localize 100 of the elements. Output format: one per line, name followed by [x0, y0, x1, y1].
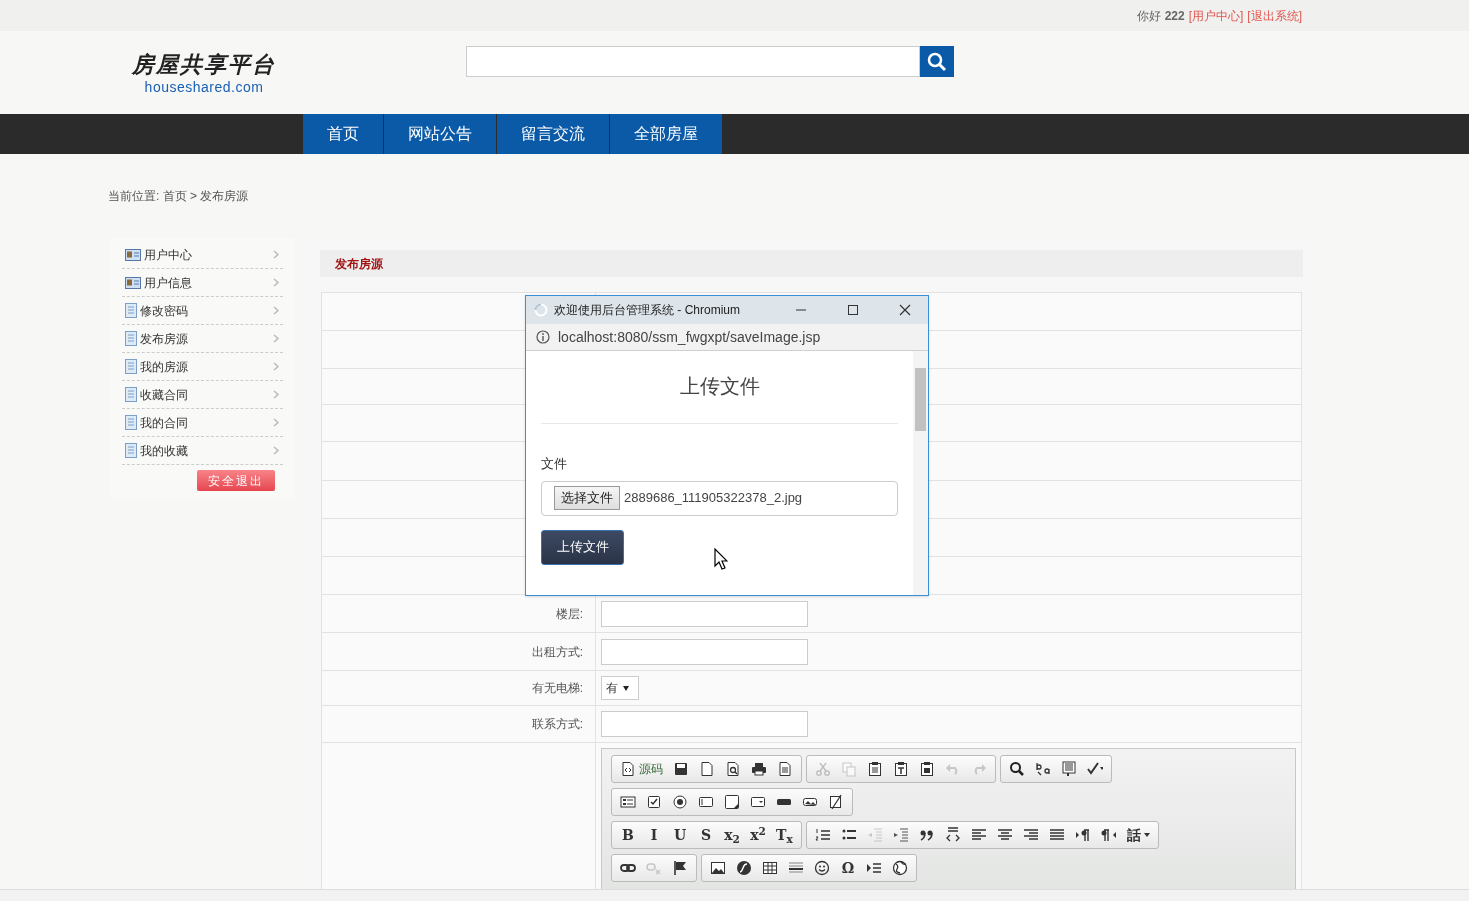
align-right-icon — [1022, 827, 1039, 843]
scissors-icon — [815, 761, 831, 777]
save-icon — [673, 761, 689, 777]
indent-icon — [892, 827, 909, 843]
chevron-icon — [273, 418, 280, 427]
select-field[interactable]: 有 — [601, 676, 639, 700]
id-card-icon — [125, 276, 141, 289]
outdent-icon — [866, 827, 883, 843]
field-label: 联系方式: — [531, 716, 583, 733]
search-field[interactable] — [466, 46, 920, 77]
chevron-icon — [273, 390, 280, 399]
nav-link[interactable]: 全部房屋 — [610, 114, 723, 154]
textarea-icon — [724, 794, 740, 810]
search-icon — [1009, 761, 1025, 777]
window-title: 欢迎使用后台管理系统 - Chromium — [554, 302, 741, 319]
text-field[interactable] — [601, 600, 808, 627]
checkbox-icon — [646, 794, 662, 810]
field-label: 出租方式: — [531, 643, 583, 661]
page-icon — [699, 761, 715, 777]
printer-icon — [751, 761, 767, 777]
toolbar-button[interactable]: T$_{x}$ — [771, 824, 798, 846]
sidebar-item[interactable]: 发布房源 — [122, 325, 283, 353]
page-break-icon — [866, 860, 882, 876]
sidebar-item[interactable]: 我的合同 — [122, 409, 283, 437]
sidebar-item[interactable]: 收藏合同 — [122, 381, 283, 409]
sidebar-item[interactable]: 修改密码 — [122, 297, 283, 325]
upload-heading: 上传文件 — [678, 374, 761, 399]
radio-icon — [672, 794, 688, 810]
toolbar-button[interactable]: Ω — [835, 857, 861, 879]
document-icon — [125, 359, 137, 374]
file-name: 2889686_111905322378_2.jpg — [624, 489, 803, 508]
upload-button[interactable]: 上传文件 — [541, 529, 624, 565]
text-field[interactable] — [601, 711, 808, 737]
greeting-text: 你好 222 — [1137, 7, 1185, 25]
table-icon — [762, 860, 778, 876]
clipboard-icon — [867, 761, 883, 777]
sidebar-item[interactable]: 我的房源 — [122, 353, 283, 381]
cursor-icon — [714, 548, 728, 570]
scrollbar[interactable] — [913, 351, 928, 595]
caret-icon — [1143, 833, 1150, 837]
numbered-list-icon — [814, 827, 831, 843]
paragraph-icon — [1100, 827, 1117, 843]
search-button[interactable] — [920, 46, 954, 77]
dropdown-icon — [750, 794, 766, 810]
maximize-icon — [847, 304, 859, 316]
chevron-icon — [273, 446, 280, 455]
chevron-icon — [273, 278, 280, 287]
document-icon — [125, 303, 137, 318]
clipboard-icon — [893, 761, 909, 777]
flag-icon — [672, 860, 688, 876]
document-icon — [125, 443, 137, 458]
field-label: 有无电梯: — [531, 680, 583, 697]
unlink-icon — [646, 860, 662, 876]
logo-domain: houseshared.com — [144, 79, 264, 95]
text-field[interactable] — [601, 638, 808, 665]
close-icon — [899, 304, 911, 316]
panel-title: 发布房源 — [335, 255, 383, 273]
toolbar-button[interactable]: 源码 — [615, 758, 668, 780]
sidebar-item[interactable]: 用户中心 — [122, 241, 283, 269]
id-card-icon — [125, 248, 141, 261]
caret-icon — [623, 685, 629, 691]
spinner-icon — [534, 303, 548, 317]
flash-icon — [736, 860, 752, 876]
document-icon — [125, 331, 137, 346]
form-icon — [620, 794, 636, 810]
chevron-icon — [273, 306, 280, 315]
toolbar-button[interactable]: 話 — [1121, 824, 1155, 846]
chevron-icon — [273, 334, 280, 343]
nav-link[interactable]: 网站公告 — [384, 114, 497, 154]
nav-link[interactable]: 留言交流 — [497, 114, 610, 154]
sidebar-item[interactable]: 我的收藏 — [122, 437, 283, 465]
chevron-icon — [273, 362, 280, 371]
field-label: 楼层: — [555, 605, 583, 623]
sidebar-item[interactable]: 用户信息 — [122, 269, 283, 297]
preview-icon — [725, 761, 741, 777]
paragraph-icon — [1074, 827, 1091, 843]
align-left-icon — [970, 827, 987, 843]
globe-icon — [892, 860, 908, 876]
search-icon — [927, 51, 947, 72]
file-input[interactable]: 选择文件 2889686_111905322378_2.jpg — [541, 480, 898, 516]
choose-file-button[interactable]: 选择文件 — [554, 486, 620, 510]
field-label: 文件 — [541, 455, 568, 473]
nav-link[interactable]: 首页 — [303, 114, 384, 154]
toolbar-button[interactable]: B — [615, 824, 641, 846]
spellcheck-icon — [1087, 761, 1103, 777]
document-icon — [777, 761, 793, 777]
address-text: localhost:8080/ssm_fwgxpt/saveImage.jsp — [558, 327, 821, 347]
toolbar-button[interactable]: I — [641, 824, 667, 846]
clipboard-icon — [919, 761, 935, 777]
toolbar-button[interactable]: x$_{2}$ — [719, 824, 745, 846]
toolbar-button[interactable]: x$^{2}$ — [745, 824, 771, 846]
replace-icon — [1035, 761, 1051, 777]
toolbar-button[interactable]: U — [667, 824, 693, 846]
toolbar-button[interactable]: S — [693, 824, 719, 846]
logo-title: 房屋共享平台 — [132, 51, 276, 77]
justify-icon — [1048, 827, 1065, 843]
source-icon — [620, 761, 636, 777]
div-icon — [944, 827, 961, 843]
copy-icon — [841, 761, 857, 777]
image-icon — [710, 860, 726, 876]
